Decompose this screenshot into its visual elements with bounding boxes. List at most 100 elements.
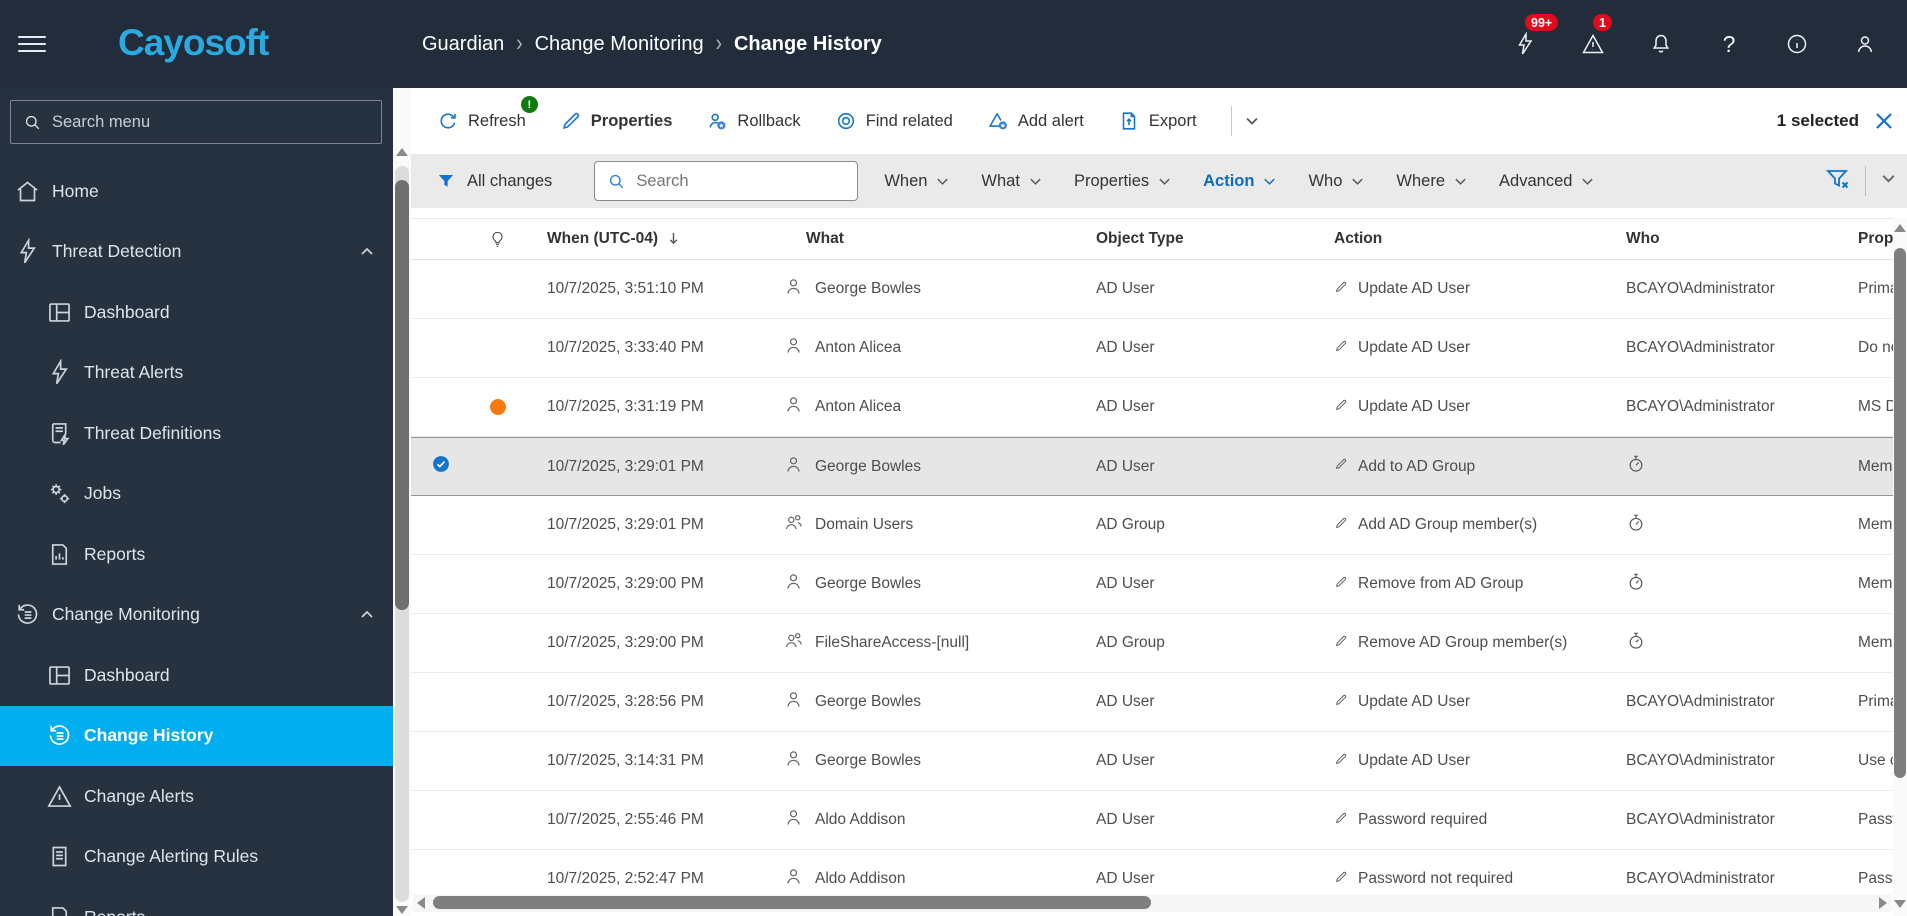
sidebar-item-label: Threat Alerts [84,362,184,383]
properties-button[interactable]: Properties [560,110,672,132]
help-icon[interactable]: ? [1695,0,1763,88]
sidebar-item-threat-alerts[interactable]: Threat Alerts [0,343,393,404]
scroll-down-icon[interactable] [1894,900,1906,908]
filter-dropdown-where[interactable]: Where [1396,172,1468,191]
sidebar-search-input[interactable] [52,112,369,132]
change-alerts-icon[interactable]: 1 [1559,0,1627,88]
sidebar-scrollbar[interactable] [393,88,411,916]
user-icon [783,866,804,892]
horizontal-scrollbar-thumb[interactable] [433,896,1151,909]
sidebar-item-dashboard[interactable]: Dashboard [0,282,393,343]
scroll-left-icon[interactable] [417,897,425,909]
sidebar-item-dashboard[interactable]: Dashboard [0,645,393,706]
rollback-button[interactable]: Rollback [706,110,801,132]
row-what[interactable]: FileShareAccess-[null] [815,634,969,652]
row-what[interactable]: George Bowles [815,280,921,298]
export-button[interactable]: Export [1118,110,1197,132]
vertical-scrollbar[interactable] [1893,218,1907,916]
row-what[interactable]: Anton Alicea [815,339,901,357]
column-header-who[interactable]: Who [1612,230,1845,248]
sort-descending-icon[interactable] [658,228,681,251]
table-row[interactable]: 10/7/2025, 3:29:00 PM George Bowles AD U… [411,555,1893,614]
sidebar-item-label: Change Alerts [84,785,194,806]
filter-dropdown-properties[interactable]: Properties [1074,172,1172,191]
column-header-action[interactable]: Action [1320,230,1612,248]
column-header-when[interactable]: When (UTC-04) [525,228,770,251]
hamburger-menu-icon[interactable] [18,31,46,55]
breadcrumb-separator-icon: › [516,30,523,57]
sidebar-item-change-alerts[interactable]: Change Alerts [0,766,393,827]
find-related-button[interactable]: Find related [835,110,953,132]
row-what[interactable]: George Bowles [815,752,921,770]
horizontal-scrollbar[interactable] [413,894,1891,912]
row-object-type: AD User [1096,457,1155,475]
all-changes-filter[interactable]: All changes [437,172,552,191]
filter-dropdown-what[interactable]: What [981,172,1043,191]
sidebar-item-threat-definitions[interactable]: Threat Definitions [0,403,393,464]
report-icon [46,904,73,916]
chevron-down-icon [1030,178,1041,185]
sidebar-item-home[interactable]: Home [0,161,393,222]
row-what[interactable]: George Bowles [815,575,921,593]
filter-search[interactable] [594,161,859,201]
column-header-properties[interactable]: Prop [1845,230,1893,248]
breadcrumb-section[interactable]: Change Monitoring [535,33,704,56]
sidebar-item-reports[interactable]: Reports [0,887,393,916]
row-what[interactable]: Domain Users [815,516,913,534]
row-properties: Mem [1858,516,1893,533]
filterbar-expand-button[interactable] [1880,170,1897,192]
filter-dropdown-when[interactable]: When [884,172,950,191]
table-row[interactable]: 10/7/2025, 3:33:40 PM Anton Alicea AD Us… [411,319,1893,378]
chevron-down-icon [1264,178,1276,185]
sidebar-item-change-alerting-rules[interactable]: Change Alerting Rules [0,827,393,888]
threat-alerts-icon[interactable]: 99+ [1491,0,1559,88]
filter-dropdown-who[interactable]: Who [1308,172,1365,191]
sidebar-item-change-monitoring[interactable]: Change Monitoring [0,585,393,646]
vertical-scrollbar-thumb[interactable] [1894,248,1906,778]
row-what[interactable]: George Bowles [815,458,921,476]
user-account-icon[interactable] [1831,0,1899,88]
table-row[interactable]: 10/7/2025, 3:51:10 PM George Bowles AD U… [411,260,1893,319]
breadcrumb-root[interactable]: Guardian [422,33,504,56]
clear-filter-button[interactable] [1825,166,1851,197]
scroll-right-icon[interactable] [1879,897,1887,909]
scroll-up-icon[interactable] [1894,224,1906,232]
filter-search-input[interactable] [636,171,846,191]
sidebar-search[interactable] [10,100,382,144]
notifications-bell-icon[interactable] [1627,0,1695,88]
scroll-up-icon[interactable] [396,148,408,156]
scroll-down-icon[interactable] [396,906,408,914]
table-row[interactable]: 10/7/2025, 3:29:01 PM George Bowles AD U… [411,437,1893,496]
refresh-button[interactable]: Refresh ! [437,96,538,132]
selected-check-icon[interactable] [431,454,451,479]
pencil-icon [1334,693,1348,712]
filter-dropdown-action[interactable]: Action [1203,172,1277,191]
sidebar-item-jobs[interactable]: Jobs [0,464,393,525]
export-file-icon [1122,112,1136,130]
row-what[interactable]: Anton Alicea [815,398,901,416]
table-row[interactable]: 10/7/2025, 2:55:46 PM Aldo Addison AD Us… [411,791,1893,850]
toolbar-overflow-button[interactable] [1244,113,1260,129]
table-row[interactable]: 10/7/2025, 3:28:56 PM George Bowles AD U… [411,673,1893,732]
funnel-clear-icon [1825,169,1849,188]
row-what[interactable]: Aldo Addison [815,870,906,888]
sidebar-scrollbar-thumb[interactable] [395,180,409,610]
clear-selection-icon[interactable] [1875,112,1893,130]
table-row[interactable]: 10/7/2025, 3:31:19 PM Anton Alicea AD Us… [411,378,1893,437]
column-header-object-type[interactable]: Object Type [1075,230,1320,248]
chevron-up-icon[interactable] [359,607,375,623]
table-row[interactable]: 10/7/2025, 3:29:00 PM FileShareAccess-[n… [411,614,1893,673]
add-alert-button[interactable]: Add alert [987,110,1084,132]
row-what[interactable]: Aldo Addison [815,811,906,829]
filter-dropdown-advanced[interactable]: Advanced [1499,172,1595,191]
info-icon[interactable] [1763,0,1831,88]
row-what[interactable]: George Bowles [815,693,921,711]
table-row[interactable]: 10/7/2025, 3:29:01 PM Domain Users AD Gr… [411,496,1893,555]
sidebar-item-threat-detection[interactable]: Threat Detection [0,222,393,283]
sidebar-item-change-history[interactable]: Change History [0,705,393,766]
sidebar-item-reports[interactable]: Reports [0,524,393,585]
indicator-column-header[interactable] [470,230,525,249]
table-row[interactable]: 10/7/2025, 3:14:31 PM George Bowles AD U… [411,732,1893,791]
chevron-up-icon[interactable] [359,244,375,260]
column-header-what[interactable]: What [770,230,1075,248]
